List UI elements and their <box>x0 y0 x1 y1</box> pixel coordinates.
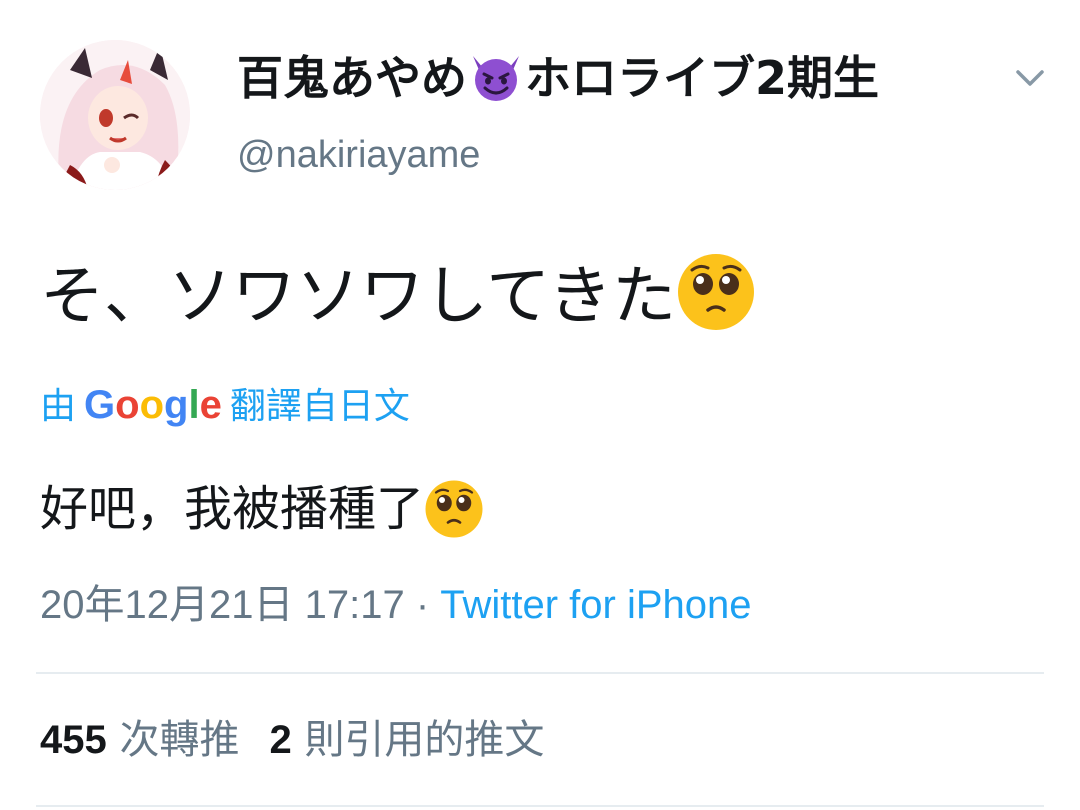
divider <box>36 805 1044 807</box>
tweet-timestamp[interactable]: 20年12月21日 17:17 <box>40 583 405 627</box>
tweet-text: そ、ソワソワしてきた <box>40 252 756 351</box>
translated-text-content: 好吧，我被播種了 <box>40 481 425 537</box>
tweet-meta: 20年12月21日 17:17 · Twitter for iPhone <box>40 577 752 633</box>
pleading-face-icon <box>424 479 484 558</box>
avatar-image <box>40 40 190 190</box>
display-name-prefix: 百鬼あやめ <box>237 51 467 105</box>
quotes-count: 2 <box>269 718 292 762</box>
avatar[interactable] <box>40 40 190 190</box>
google-logo: Google <box>84 383 222 427</box>
quotes-stat[interactable]: 2 則引用的推文 <box>269 717 544 763</box>
display-name-suffix: ホロライブ2期生 <box>525 51 880 105</box>
translated-text: 好吧，我被播種了 <box>40 474 484 558</box>
meta-separator: · <box>415 583 430 627</box>
display-name[interactable]: 百鬼あやめ ホロライブ2期生 <box>237 48 879 108</box>
pleading-face-icon <box>676 252 756 351</box>
smiling-imp-emoji-icon <box>467 50 525 102</box>
user-handle[interactable]: @nakiriayame <box>237 130 480 180</box>
tweet-source[interactable]: Twitter for iPhone <box>440 583 751 627</box>
quotes-label: 則引用的推文 <box>304 717 545 763</box>
translation-suffix: 翻譯自日文 <box>229 386 410 427</box>
tweet-stats: 455 次轉推 2 則引用的推文 <box>40 712 544 768</box>
translation-prefix: 由 <box>40 386 77 427</box>
divider <box>36 672 1044 674</box>
translation-attribution[interactable]: 由 Google 翻譯自日文 <box>40 380 410 432</box>
tweet-text-content: そ、ソワソワしてきた <box>40 260 677 334</box>
retweets-label: 次轉推 <box>119 717 240 763</box>
retweets-count: 455 <box>40 718 107 762</box>
chevron-down-icon[interactable] <box>1010 62 1050 94</box>
retweets-stat[interactable]: 455 次轉推 <box>40 717 239 763</box>
